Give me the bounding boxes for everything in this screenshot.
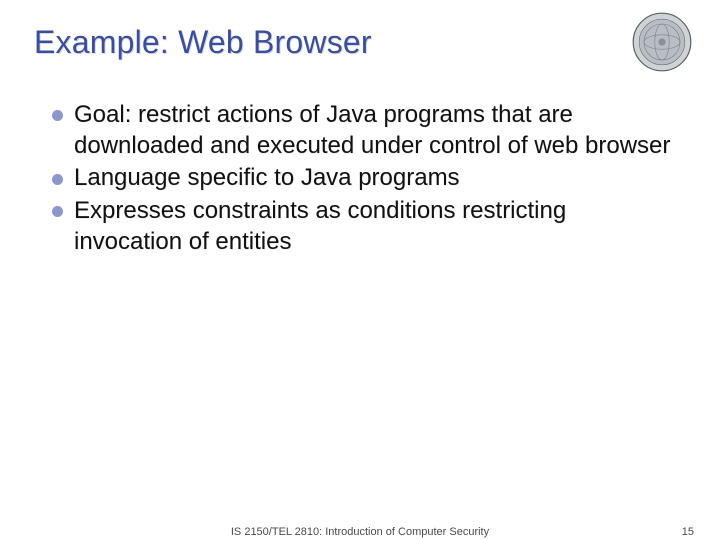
seal-logo bbox=[632, 12, 692, 72]
footer-page-number: 15 bbox=[682, 526, 694, 538]
list-item: Expresses constraints as conditions rest… bbox=[52, 196, 676, 257]
page-title: Example: Web Browser bbox=[34, 24, 372, 61]
body-text: Goal: restrict actions of Java programs … bbox=[52, 100, 676, 260]
list-item: Goal: restrict actions of Java programs … bbox=[52, 100, 676, 161]
slide: Example: Web Browser Goal: restrict acti… bbox=[0, 0, 720, 540]
list-item: Language specific to Java programs bbox=[52, 163, 676, 194]
footer-course: IS 2150/TEL 2810: Introduction of Comput… bbox=[231, 526, 489, 538]
